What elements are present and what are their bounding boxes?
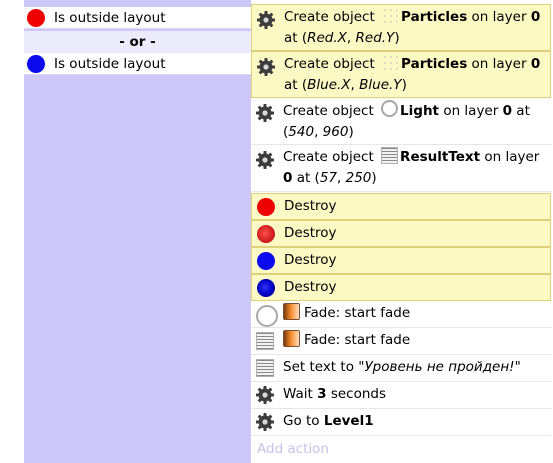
actions-panel: Create object Particles on layer 0 at (R… bbox=[251, 0, 553, 463]
action-text: on layer bbox=[471, 9, 527, 25]
action-create-blue-particles[interactable]: Create object Particles on layer 0 at (B… bbox=[251, 51, 551, 98]
action-text: at ( bbox=[284, 77, 308, 93]
action-text: Wait bbox=[283, 386, 313, 402]
action-light-fade[interactable]: Fade: start fade bbox=[251, 301, 551, 328]
action-create-red-particles[interactable]: Create object Particles on layer 0 at (R… bbox=[251, 4, 551, 51]
y-param: Red.Y bbox=[355, 30, 395, 46]
blue-object-icon bbox=[257, 252, 275, 270]
layer-value: 0 bbox=[530, 9, 541, 25]
action-text: on layer bbox=[471, 56, 527, 72]
action-text: Destroy bbox=[284, 198, 337, 214]
action-wait[interactable]: Wait 3 seconds bbox=[251, 382, 551, 409]
action-text: Create object bbox=[283, 149, 374, 165]
red-object-icon bbox=[257, 198, 275, 216]
object-name: ResultText bbox=[400, 149, 481, 165]
text-object-icon bbox=[381, 147, 399, 164]
action-text: Fade: start fade bbox=[304, 332, 411, 348]
gear-icon bbox=[256, 151, 274, 169]
particles-icon bbox=[382, 54, 400, 71]
gear-icon bbox=[257, 11, 275, 29]
x-param: Red.X bbox=[307, 30, 347, 46]
action-text: ) bbox=[401, 77, 407, 93]
action-text: Destroy bbox=[284, 225, 337, 241]
object-name: Particles bbox=[401, 56, 468, 72]
action-text: Set text to bbox=[283, 359, 359, 375]
action-text: Destroy bbox=[284, 279, 337, 295]
text-value: "Уровень не пройден!" bbox=[358, 359, 521, 375]
text-object-icon bbox=[256, 359, 274, 377]
gear-icon bbox=[256, 386, 274, 404]
y-param: 960 bbox=[322, 124, 349, 140]
condition-red-outside-layout[interactable]: Is outside layout bbox=[24, 7, 251, 29]
action-text: Create object bbox=[283, 103, 374, 119]
left-gutter bbox=[0, 0, 24, 463]
action-text: Go to bbox=[283, 413, 320, 429]
action-text: Create object bbox=[284, 9, 375, 25]
ring-icon bbox=[381, 100, 399, 117]
action-destroy-blue[interactable]: Destroy bbox=[251, 247, 551, 274]
action-goto-layout[interactable]: Go to Level1 bbox=[251, 409, 551, 436]
action-destroy-blue-particles[interactable]: Destroy bbox=[251, 274, 551, 301]
action-destroy-red[interactable]: Destroy bbox=[251, 193, 551, 220]
blue-object-icon bbox=[27, 55, 45, 73]
y-param: 250 bbox=[345, 170, 372, 186]
action-text: , bbox=[337, 170, 346, 186]
action-text: , bbox=[350, 77, 360, 93]
gear-icon bbox=[257, 58, 275, 76]
action-text: Fade: start fade bbox=[304, 305, 411, 321]
layer-value: 0 bbox=[283, 170, 293, 186]
action-text: at ( bbox=[284, 30, 308, 46]
action-set-text[interactable]: Set text to "Уровень не пройден!" bbox=[251, 355, 551, 382]
action-text-fade[interactable]: Fade: start fade bbox=[251, 328, 551, 355]
x-param: 540 bbox=[288, 124, 315, 140]
action-text: , bbox=[346, 30, 356, 46]
action-create-light[interactable]: Create object Light on layer 0 at (540, … bbox=[251, 98, 551, 145]
action-text: seconds bbox=[330, 386, 386, 402]
action-text: on layer bbox=[443, 103, 499, 119]
particles-icon bbox=[382, 7, 400, 24]
x-param: Blue.X bbox=[307, 77, 351, 93]
fade-behavior-icon bbox=[283, 330, 300, 347]
action-text: on layer bbox=[484, 149, 540, 165]
blue-particles-object-icon bbox=[257, 279, 275, 297]
conditions-panel[interactable]: Is outside layout - or - Is outside layo… bbox=[24, 0, 251, 463]
action-destroy-red-particles[interactable]: Destroy bbox=[251, 220, 551, 247]
gear-icon bbox=[256, 413, 274, 431]
y-param: Blue.Y bbox=[359, 77, 402, 93]
condition-blue-outside-layout[interactable]: Is outside layout bbox=[24, 53, 251, 75]
object-name: Light bbox=[400, 103, 440, 119]
layer-value: 0 bbox=[530, 56, 541, 72]
action-text: Create object bbox=[284, 56, 375, 72]
add-action-link[interactable]: Add action bbox=[257, 441, 329, 457]
action-text: , bbox=[314, 124, 323, 140]
action-text: at ( bbox=[296, 170, 320, 186]
condition-label: Is outside layout bbox=[54, 56, 166, 72]
ring-icon bbox=[256, 305, 278, 327]
action-text: ) bbox=[371, 170, 377, 186]
text-object-icon bbox=[256, 332, 274, 350]
action-text: ) bbox=[348, 124, 354, 140]
layer-value: 0 bbox=[502, 103, 512, 119]
gear-icon bbox=[256, 104, 274, 122]
action-create-resulttext[interactable]: Create object ResultText on layer 0 at (… bbox=[251, 145, 551, 192]
x-param: 57 bbox=[319, 170, 338, 186]
object-name: Particles bbox=[401, 9, 468, 25]
action-text: ) bbox=[394, 30, 400, 46]
action-text: Destroy bbox=[284, 252, 337, 268]
or-separator: - or - bbox=[24, 31, 251, 53]
red-particles-object-icon bbox=[257, 225, 275, 243]
red-object-icon bbox=[27, 9, 45, 27]
layout-name: Level1 bbox=[323, 413, 374, 429]
fade-behavior-icon bbox=[283, 303, 300, 320]
wait-seconds-value: 3 bbox=[317, 386, 327, 402]
condition-label: Is outside layout bbox=[54, 10, 166, 26]
